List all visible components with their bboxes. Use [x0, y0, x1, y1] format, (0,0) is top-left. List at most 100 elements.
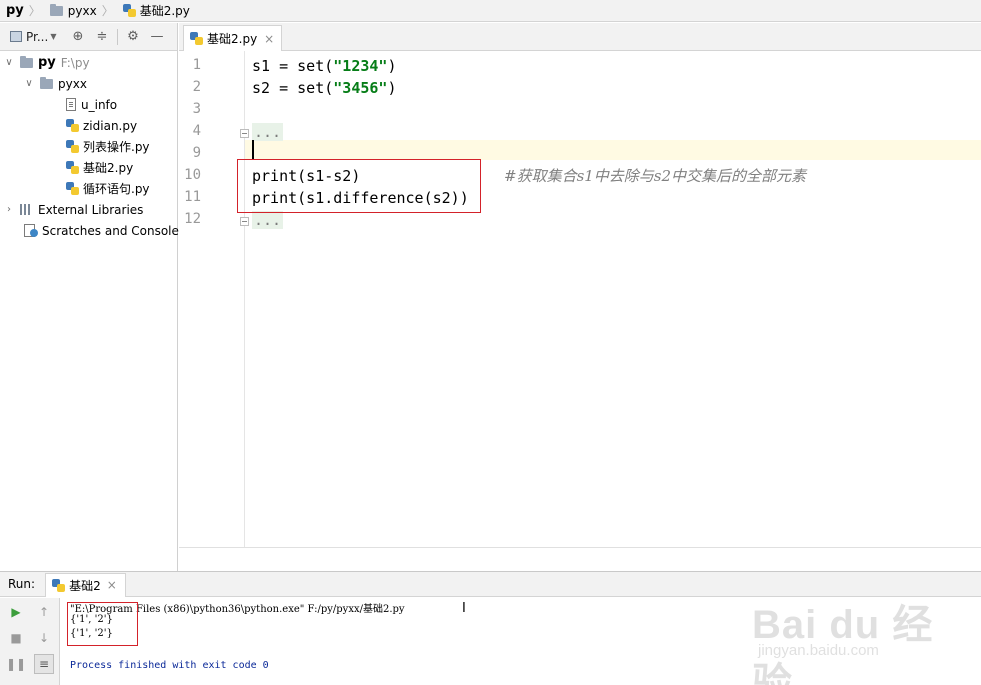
run-tab-active[interactable]: 基础2 × — [45, 572, 126, 597]
tree-item-file[interactable]: 基础2.py — [66, 157, 133, 178]
tree-item-file[interactable]: 列表操作.py — [66, 136, 150, 157]
python-file-icon — [66, 182, 79, 195]
string-literal: "1234" — [333, 57, 388, 75]
breadcrumb-file[interactable]: 基础2.py — [117, 0, 190, 22]
mouse-ibeam-cursor-icon: I — [462, 601, 466, 616]
text-caret — [252, 140, 254, 159]
string-literal: "3456" — [333, 79, 388, 97]
expand-arrow-icon: ∨ — [25, 78, 33, 89]
text-file-icon — [66, 98, 76, 111]
expand-arrow-icon: ∨ — [5, 57, 13, 68]
breadcrumb-separator: 〉 — [101, 4, 114, 18]
tree-item-file[interactable]: u_info — [66, 94, 117, 115]
python-file-icon — [66, 161, 79, 174]
code-text: s2 = set( — [252, 79, 334, 97]
navigation-breadcrumb: py 〉 pyxx 〉 基础2.py — [0, 0, 981, 22]
python-file-icon — [66, 119, 79, 132]
code-line-12: ... — [252, 211, 284, 229]
hide-panel-icon[interactable]: — — [145, 27, 169, 47]
tree-item-file[interactable]: zidian.py — [66, 115, 137, 136]
line-number: 2 — [192, 79, 201, 95]
tree-file-label: 循环语句.py — [83, 182, 150, 196]
code-line-4: ... — [252, 123, 284, 141]
line-number: 3 — [192, 101, 201, 117]
tree-item-external-libraries[interactable]: › External Libraries — [4, 199, 143, 220]
code-editor: 基础2.py × 1 2 3 4 9 10 11 12 s1 = set("12… — [179, 23, 981, 571]
python-file-icon — [66, 140, 79, 153]
code-comment: #获取集合s1中去除与s2中交集后的全部元素 — [504, 167, 807, 185]
tree-item-project-root[interactable]: ∨ py F:\py — [4, 52, 90, 73]
tree-file-label: zidian.py — [83, 118, 138, 133]
folded-code-placeholder[interactable]: ... — [252, 211, 284, 229]
console-exit-line: Process finished with exit code 0 — [70, 660, 269, 671]
editor-tab-active[interactable]: 基础2.py × — [183, 25, 283, 51]
arrow-up-icon[interactable]: ↑ — [34, 602, 54, 622]
tree-root-path: F:\py — [60, 55, 90, 70]
locate-file-icon[interactable]: ⊕ — [66, 27, 90, 47]
baidu-jingyan-watermark: Bai du 经验 jingyan.baidu.com — [752, 592, 952, 685]
collapse-arrow-icon: › — [7, 204, 11, 215]
project-view-selector[interactable]: Pr... ▼ — [10, 30, 66, 44]
python-file-icon — [52, 578, 66, 592]
tree-item-folder-pyxx[interactable]: ∨ pyxx — [24, 73, 87, 94]
arrow-down-icon[interactable]: ↓ — [34, 628, 54, 648]
run-icon[interactable]: ▶ — [6, 602, 26, 622]
python-file-icon — [122, 4, 136, 17]
folded-code-placeholder[interactable]: ... — [252, 123, 284, 141]
line-number-gutter: 1 2 3 4 9 10 11 12 — [179, 51, 249, 547]
code-text: ) — [387, 79, 397, 97]
breadcrumb-file-label: 基础2.py — [139, 4, 190, 18]
tree-item-scratches[interactable]: Scratches and Consoles — [24, 220, 185, 241]
code-area[interactable]: s1 = set("1234") s2 = set("3456") ... pr… — [237, 51, 981, 547]
highlight-box — [237, 159, 481, 213]
python-file-icon — [190, 32, 203, 45]
breadcrumb-project-label: py — [6, 3, 24, 18]
gear-icon[interactable]: ⚙ — [121, 27, 145, 47]
line-number: 10 — [184, 167, 201, 183]
scratches-icon — [24, 224, 38, 237]
tree-scratches-label: Scratches and Consoles — [42, 223, 186, 238]
breadcrumb-project[interactable]: py — [0, 0, 24, 22]
tree-file-label: u_info — [81, 97, 118, 112]
tree-file-label: 基础2.py — [83, 161, 134, 175]
stop-icon[interactable]: ■ — [6, 628, 26, 648]
library-icon — [20, 204, 33, 215]
code-line-2: s2 = set("3456") — [252, 79, 397, 97]
tree-root-label: py — [38, 55, 56, 70]
breadcrumb-folder-label: pyxx — [67, 3, 97, 18]
run-panel-label: Run: — [8, 577, 36, 591]
tree-folder-label: pyxx — [58, 76, 87, 91]
editor-tab-label: 基础2.py — [207, 32, 258, 46]
tree-item-file[interactable]: 循环语句.py — [66, 178, 150, 199]
line-number: 1 — [192, 57, 201, 73]
code-text: ) — [387, 57, 397, 75]
tree-file-label: 列表操作.py — [83, 140, 150, 154]
run-tab-label: 基础2 — [69, 578, 101, 593]
run-toolbar: ▶ ↑ ■ ↓ ❚❚ ≡ — [0, 598, 60, 685]
line-number: 12 — [184, 211, 201, 227]
project-panel: Pr... ▼ ⊕ ≑ ⚙ — ∨ py F:\py ∨ pyxx u_info… — [0, 23, 185, 571]
watermark-brand: Bai du 经验 — [752, 603, 934, 685]
collapse-all-icon[interactable]: ≑ — [90, 27, 114, 47]
breadcrumb-folder[interactable]: pyxx — [44, 0, 97, 22]
tree-libraries-label: External Libraries — [38, 202, 144, 217]
folder-icon — [20, 55, 33, 68]
close-icon[interactable]: × — [264, 32, 274, 46]
editor-tab-bar: 基础2.py × — [179, 23, 981, 51]
code-line-1: s1 = set("1234") — [252, 57, 397, 75]
folder-icon — [49, 3, 63, 16]
pause-icon[interactable]: ❚❚ — [6, 654, 26, 674]
breadcrumb-separator: 〉 — [28, 4, 41, 18]
close-icon[interactable]: × — [107, 578, 117, 592]
folder-icon — [40, 76, 53, 89]
project-view-icon — [10, 31, 22, 42]
dropdown-arrow-icon: ▼ — [50, 32, 57, 41]
toolbar-divider — [117, 28, 118, 45]
project-view-label: Pr... — [26, 29, 49, 44]
current-line-highlight — [245, 140, 981, 160]
soft-wrap-icon[interactable]: ≡ — [34, 654, 54, 674]
editor-bottom-area — [179, 547, 981, 571]
project-toolbar: Pr... ▼ ⊕ ≑ ⚙ — — [0, 23, 177, 51]
line-number: 9 — [192, 145, 201, 161]
line-number: 11 — [184, 189, 201, 205]
